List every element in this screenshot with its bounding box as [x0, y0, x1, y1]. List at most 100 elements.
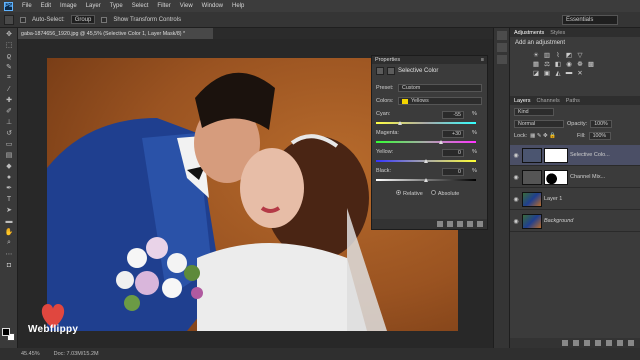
threshold-icon[interactable]: ◭: [554, 69, 562, 77]
info-panel-icon[interactable]: [496, 55, 507, 64]
magenta-slider-track[interactable]: [376, 141, 476, 143]
lasso-tool-icon[interactable]: ϱ: [3, 51, 15, 61]
menu-file[interactable]: File: [22, 3, 32, 9]
move-tool-preset-button[interactable]: [4, 14, 14, 25]
menu-select[interactable]: Select: [132, 3, 149, 9]
exposure-icon[interactable]: ◩: [565, 51, 573, 59]
menu-layer[interactable]: Layer: [86, 3, 101, 9]
channel-mixer-icon[interactable]: ❁: [576, 60, 584, 68]
magenta-slider-knob[interactable]: [439, 140, 443, 144]
black-value-field[interactable]: 0: [442, 168, 464, 176]
blend-mode-dropdown[interactable]: Normal: [514, 120, 564, 128]
black-slider-knob[interactable]: [424, 178, 428, 182]
cyan-slider-knob[interactable]: [398, 121, 402, 125]
brightness-icon[interactable]: ☀: [532, 51, 540, 59]
zoom-level[interactable]: 45.45%: [21, 351, 40, 357]
actions-panel-icon[interactable]: [496, 43, 507, 52]
posterize-icon[interactable]: ▣: [543, 69, 551, 77]
gradient-map-icon[interactable]: ▬: [565, 69, 573, 76]
panel-menu-icon[interactable]: ≡: [481, 57, 484, 63]
eye-icon[interactable]: ◉: [510, 174, 522, 181]
hue-saturation-icon[interactable]: ▦: [532, 60, 540, 68]
layer-style-icon[interactable]: [573, 340, 579, 346]
magenta-value-field[interactable]: +30: [442, 130, 464, 138]
eye-icon[interactable]: ◉: [510, 196, 522, 203]
foreground-color-swatch[interactable]: [2, 328, 10, 336]
history-panel-icon[interactable]: [496, 31, 507, 40]
type-tool-icon[interactable]: T: [3, 194, 15, 204]
cyan-value-field[interactable]: -55: [442, 111, 464, 119]
photo-filter-icon[interactable]: ◉: [565, 60, 573, 68]
reset-icon[interactable]: [457, 221, 463, 227]
shape-tool-icon[interactable]: ▬: [3, 216, 15, 226]
menu-image[interactable]: Image: [60, 3, 77, 9]
colors-dropdown[interactable]: Yellows: [398, 97, 482, 105]
history-brush-icon[interactable]: ↺: [3, 128, 15, 138]
new-group-icon[interactable]: [606, 340, 612, 346]
blur-tool-icon[interactable]: ◆: [3, 161, 15, 171]
tab-channels[interactable]: Channels: [537, 98, 560, 104]
adjustment-layer-icon[interactable]: [376, 66, 384, 75]
new-adjustment-icon[interactable]: [595, 340, 601, 346]
black-white-icon[interactable]: ◧: [554, 60, 562, 68]
color-balance-icon[interactable]: ⚖: [543, 60, 551, 68]
cyan-slider-track[interactable]: [376, 122, 476, 124]
menu-help[interactable]: Help: [232, 3, 244, 9]
tab-adjustments[interactable]: Adjustments: [514, 30, 544, 36]
healing-tool-icon[interactable]: ✚: [3, 95, 15, 105]
opacity-field[interactable]: 100%: [590, 120, 613, 128]
auto-select-checkbox[interactable]: [20, 16, 26, 23]
dodge-tool-icon[interactable]: ●: [3, 172, 15, 182]
yellow-slider-knob[interactable]: [424, 159, 428, 163]
path-select-tool-icon[interactable]: ➤: [3, 205, 15, 215]
menu-type[interactable]: Type: [110, 3, 123, 9]
gradient-tool-icon[interactable]: ▤: [3, 150, 15, 160]
quick-mask-icon[interactable]: ◘: [3, 260, 15, 270]
delete-icon[interactable]: [477, 221, 483, 227]
selective-color-icon[interactable]: ✕: [576, 69, 584, 77]
menu-edit[interactable]: Edit: [41, 3, 51, 9]
move-tool-icon[interactable]: ✥: [3, 29, 15, 39]
tab-paths[interactable]: Paths: [566, 98, 580, 104]
marquee-tool-icon[interactable]: ⬚: [3, 40, 15, 50]
document-tab[interactable]: gaba-1874656_1920.jpg @ 45,5% (Selective…: [18, 28, 213, 39]
layer-row[interactable]: ◉ Background: [510, 211, 640, 232]
zoom-tool-icon[interactable]: ⌕: [3, 238, 15, 248]
transform-controls-checkbox[interactable]: [101, 16, 108, 23]
tab-layers[interactable]: Layers: [514, 98, 531, 104]
tab-styles[interactable]: Styles: [550, 30, 565, 36]
layer-row[interactable]: ◉ Selective Colo...: [510, 145, 640, 166]
menu-filter[interactable]: Filter: [157, 3, 170, 9]
link-layers-icon[interactable]: [562, 340, 568, 346]
color-lookup-icon[interactable]: ▩: [587, 60, 595, 68]
add-mask-icon[interactable]: [584, 340, 590, 346]
stamp-tool-icon[interactable]: ⊥: [3, 117, 15, 127]
new-layer-icon[interactable]: [617, 340, 623, 346]
mask-thumbnail[interactable]: [544, 169, 568, 185]
menu-view[interactable]: View: [180, 3, 193, 9]
crop-tool-icon[interactable]: ⌗: [3, 73, 15, 83]
layer-row[interactable]: ◉ Channel Mix...: [510, 167, 640, 188]
vibrance-icon[interactable]: ▽: [576, 51, 584, 59]
view-previous-icon[interactable]: [447, 221, 453, 227]
visibility-icon[interactable]: [467, 221, 473, 227]
layer-row[interactable]: ◉ Layer 1: [510, 189, 640, 210]
mask-icon[interactable]: [387, 66, 395, 75]
menu-window[interactable]: Window: [202, 3, 223, 9]
relative-radio[interactable]: Relative: [396, 190, 423, 197]
kind-filter-dropdown[interactable]: Kind: [514, 108, 554, 116]
more-tools-icon[interactable]: ⋯: [3, 249, 15, 259]
eyedropper-tool-icon[interactable]: ⁄: [3, 84, 15, 94]
lock-icons[interactable]: ▦ ✎ ✥ 🔒: [530, 133, 556, 139]
eye-icon[interactable]: ◉: [510, 152, 522, 159]
pen-tool-icon[interactable]: ✒: [3, 183, 15, 193]
mask-thumbnail[interactable]: [544, 147, 568, 163]
fill-field[interactable]: 100%: [588, 132, 611, 140]
clip-to-layer-icon[interactable]: [437, 221, 443, 227]
auto-select-dropdown[interactable]: Group: [70, 15, 96, 24]
invert-icon[interactable]: ◪: [532, 69, 540, 77]
yellow-value-field[interactable]: 0: [442, 149, 464, 157]
preset-dropdown[interactable]: Custom: [398, 84, 482, 92]
hand-tool-icon[interactable]: ✋: [3, 227, 15, 237]
workspace-dropdown[interactable]: Essentials: [562, 15, 618, 25]
